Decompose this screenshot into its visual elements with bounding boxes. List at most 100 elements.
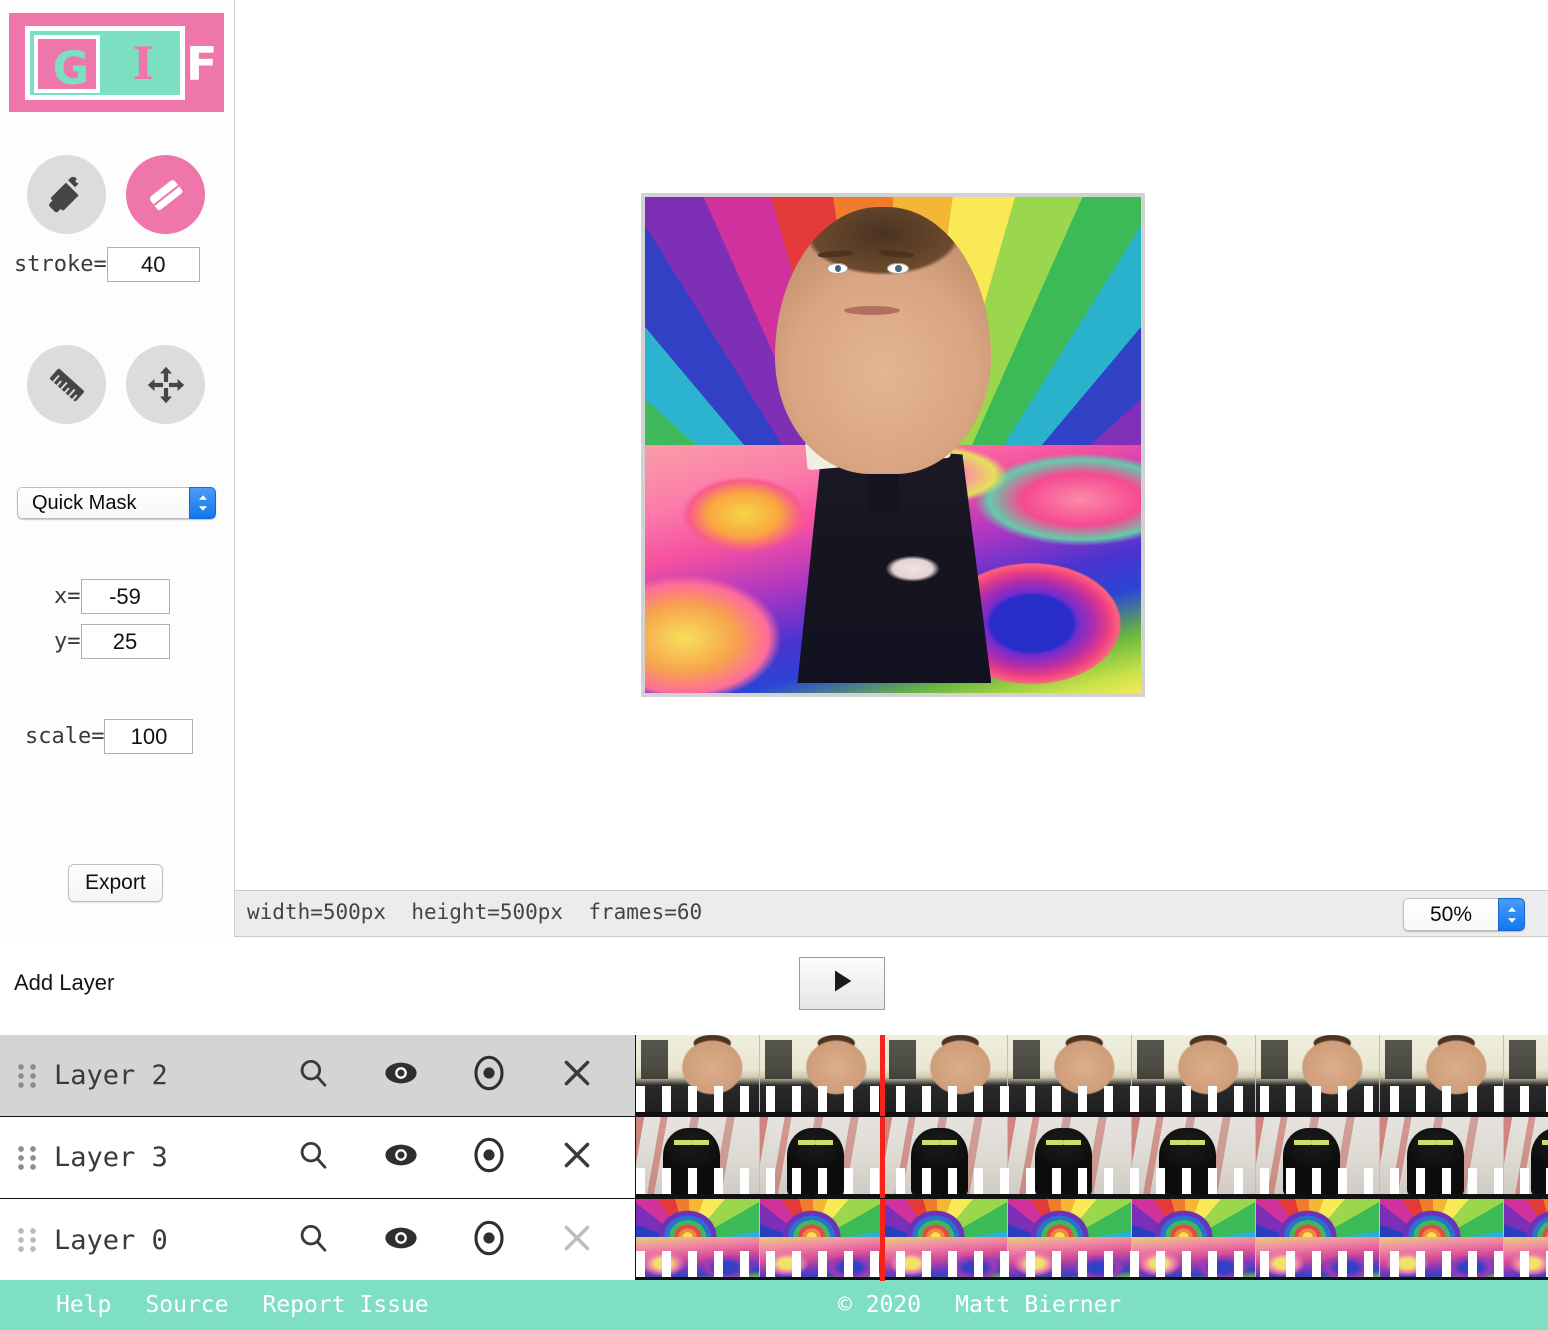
y-input[interactable] [80,624,170,659]
layer-delete-button[interactable] [533,1138,621,1177]
gif-canvas[interactable] [641,193,1145,697]
play-icon [828,966,856,1001]
table-row[interactable]: Layer 2 [0,1035,1548,1117]
move-tool-button[interactable] [126,345,205,424]
scale-input[interactable] [104,719,194,754]
cutout-eyebrow-right [878,249,914,259]
layer-record-button[interactable] [445,1136,533,1179]
footer-copyright: © 2020 Matt Bierner [838,1292,1121,1318]
editor-top-area: G I F stroke= 40 Quick Mask x= -59 y= 25… [0,0,1548,937]
layer-name-label: Layer 0 [54,1224,168,1256]
footer-link-report-issue[interactable]: Report Issue [262,1292,428,1318]
y-label: y= [54,629,81,654]
cutout-eye-left [826,262,849,275]
layer-controls: Layer 0 [0,1199,636,1281]
film-edge [636,1112,1548,1116]
record-icon [472,1136,506,1179]
drag-handle-icon[interactable] [0,1143,54,1173]
film-sprocket-holes [636,1168,1548,1194]
eye-icon [382,1140,420,1175]
footer-link-help[interactable]: Help [56,1292,111,1318]
status-bar: width=500px height=500px frames=60 50% [235,890,1548,937]
canvas-info-text: width=500px height=500px frames=60 [247,900,703,924]
stroke-input[interactable] [106,247,200,282]
footer-bar: Help Source Report Issue © 2020 Matt Bie… [0,1280,1548,1330]
logo-outer-frame: G I [25,26,185,100]
paint-brush-tool-button[interactable] [27,155,106,234]
playhead-marker[interactable] [880,1199,885,1281]
close-icon [560,1221,594,1260]
stroke-label: stroke= [14,252,107,277]
zoom-level-value: 50% [1403,898,1498,931]
magnifier-icon [296,1221,330,1260]
layer-zoom-button[interactable] [269,1138,357,1177]
canvas-artwork [645,197,1141,693]
mask-mode-value: Quick Mask [17,487,189,519]
export-button[interactable]: Export [68,864,163,902]
record-icon [472,1054,506,1097]
film-edge [636,1194,1548,1198]
layer-name-label: Layer 2 [54,1060,168,1091]
playhead-marker[interactable] [880,1035,885,1116]
cutout-head [774,206,992,474]
layer-visibility-button[interactable] [357,1058,445,1093]
y-field-row: y= [54,624,170,659]
layer-filmstrip[interactable] [636,1199,1548,1281]
person-cutout-layer [754,206,1012,684]
layer-filmstrip[interactable] [636,1035,1548,1116]
logo-letter-f: F [186,37,218,91]
layer-record-button[interactable] [445,1219,533,1262]
cutout-eye-right [887,262,910,275]
magnifier-icon [296,1138,330,1177]
footer-link-source[interactable]: Source [145,1292,228,1318]
tool-sidebar: G I F stroke= 40 Quick Mask x= -59 y= 25… [0,0,235,937]
ruler-icon [46,364,88,406]
film-sprocket-holes [636,1251,1548,1277]
playhead-marker[interactable] [880,1117,885,1198]
layer-record-button[interactable] [445,1054,533,1097]
table-row[interactable]: Layer 0 [0,1199,1548,1281]
logo-letter-i: I [132,36,154,90]
stroke-field-row: stroke= [14,247,200,282]
layer-name-label: Layer 3 [54,1142,168,1173]
cutout-mouth [844,305,901,315]
drag-handle-icon[interactable] [0,1061,54,1091]
close-icon [560,1056,594,1095]
eye-icon [382,1058,420,1093]
film-sprocket-holes [636,1086,1548,1112]
drag-handle-icon[interactable] [0,1225,54,1255]
x-label: x= [54,584,81,609]
layers-toolbar: Add Layer [0,937,1548,1035]
play-button[interactable] [799,957,885,1010]
eraser-icon [144,173,188,217]
close-icon [560,1138,594,1177]
layer-filmstrip[interactable] [636,1117,1548,1198]
ruler-tool-button[interactable] [27,345,106,424]
magnifier-icon [296,1056,330,1095]
canvas-stage[interactable] [235,0,1548,890]
eye-icon [382,1223,420,1258]
logo-letter-g: G [52,41,90,95]
layer-controls: Layer 3 [0,1117,636,1198]
cutout-eyebrow-left [817,249,853,258]
stepper-arrows-icon [189,487,216,519]
zoom-level-select[interactable]: 50% [1403,898,1525,931]
paint-brush-icon [46,174,88,216]
layer-delete-button[interactable] [533,1056,621,1095]
logo-inner-frame: G [34,35,100,93]
layer-delete-button [533,1221,621,1260]
stepper-arrows-icon [1498,898,1525,931]
layer-visibility-button[interactable] [357,1223,445,1258]
scale-label: scale= [25,724,105,749]
layer-visibility-button[interactable] [357,1140,445,1175]
table-row[interactable]: Layer 3 [0,1117,1548,1199]
layer-zoom-button[interactable] [269,1221,357,1260]
x-input[interactable] [80,579,170,614]
mask-mode-select[interactable]: Quick Mask [17,487,216,519]
app-logo: G I F [9,13,224,112]
eraser-tool-button[interactable] [126,155,205,234]
layer-zoom-button[interactable] [269,1056,357,1095]
footer-links: Help Source Report Issue [56,1292,429,1318]
scale-field-row: scale= [25,719,194,754]
add-layer-button[interactable]: Add Layer [14,970,114,996]
